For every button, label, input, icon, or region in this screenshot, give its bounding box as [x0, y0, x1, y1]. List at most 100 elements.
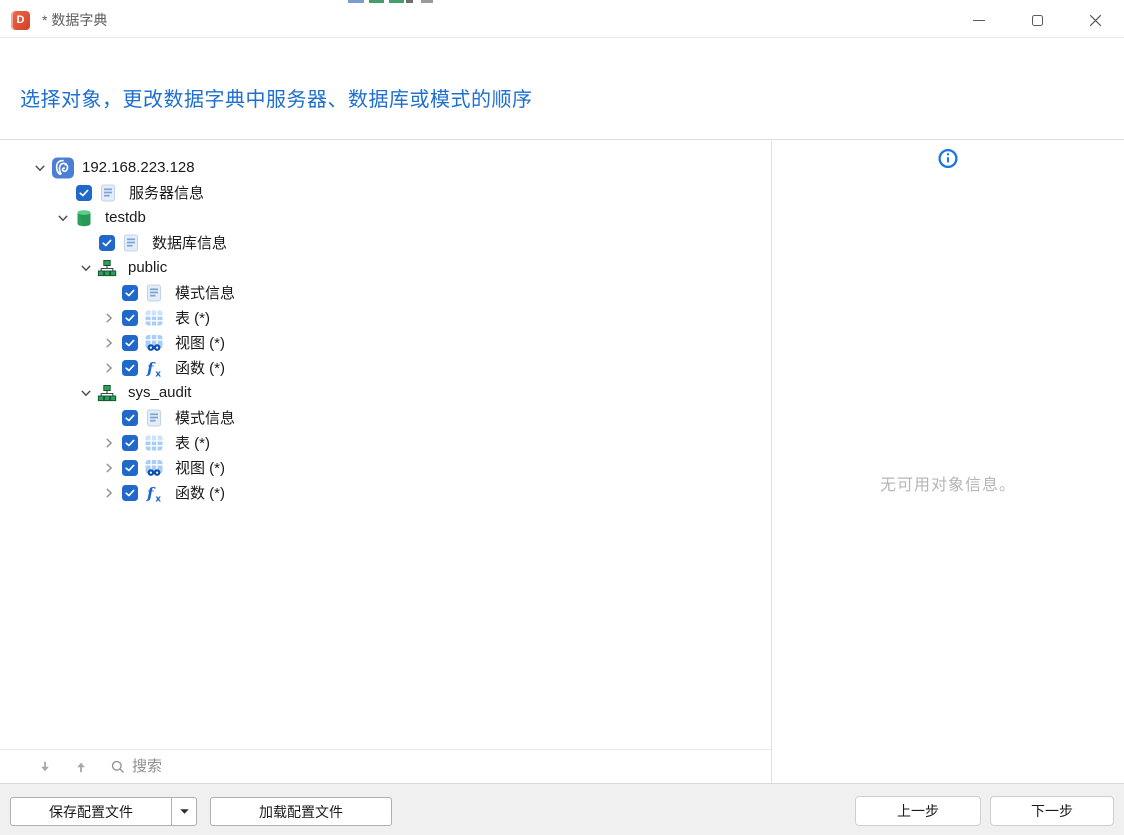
row-checkbox-checked[interactable] — [122, 360, 138, 376]
tree-label: 函数 (*) — [175, 482, 225, 503]
table-icon — [144, 305, 168, 330]
chevron-spacer — [74, 230, 97, 255]
wizard-instruction: 选择对象，更改数据字典中服务器、数据库或模式的顺序 — [20, 83, 533, 112]
chevron-down-icon[interactable] — [74, 255, 97, 280]
row-checkbox-checked[interactable] — [122, 285, 138, 301]
checkbox-slot — [120, 360, 144, 376]
chevron-right-icon[interactable] — [97, 330, 120, 355]
minimize-icon — [973, 20, 985, 21]
titlebar: D * 数据字典 — [0, 3, 1124, 38]
chevron-right-icon[interactable] — [97, 305, 120, 330]
chevron-down-icon[interactable] — [28, 155, 51, 180]
checkbox-slot — [120, 335, 144, 351]
tree-row[interactable]: 模式信息 — [0, 405, 771, 430]
search-input[interactable] — [132, 758, 272, 775]
tree-row[interactable]: 表 (*) — [0, 305, 771, 330]
tree-row[interactable]: testdb — [0, 205, 771, 230]
tree-row[interactable]: 服务器信息 — [0, 180, 771, 205]
wizard-header: 选择对象，更改数据字典中服务器、数据库或模式的顺序 — [0, 39, 1124, 140]
back-button[interactable]: 上一步 — [855, 796, 981, 826]
move-up-icon — [74, 760, 88, 774]
move-down-button[interactable] — [37, 759, 52, 774]
close-button[interactable] — [1066, 3, 1124, 37]
save-profile-split-button: 保存配置文件 — [10, 797, 197, 826]
checkbox-slot — [120, 485, 144, 501]
tree-label: 模式信息 — [175, 282, 235, 303]
row-checkbox-checked[interactable] — [122, 435, 138, 451]
view-icon — [144, 455, 168, 480]
tree-label: 函数 (*) — [175, 357, 225, 378]
tree-label: 视图 (*) — [175, 457, 225, 478]
info-document-icon — [144, 280, 168, 305]
row-checkbox-checked[interactable] — [122, 310, 138, 326]
tree-label: 服务器信息 — [129, 182, 204, 203]
dropdown-caret-icon — [180, 809, 189, 814]
row-checkbox-checked[interactable] — [76, 185, 92, 201]
save-profile-button[interactable]: 保存配置文件 — [11, 798, 171, 825]
window-controls — [950, 3, 1124, 37]
function-icon: fx — [144, 480, 168, 505]
tree-row[interactable]: 模式信息 — [0, 280, 771, 305]
tree-label: public — [128, 259, 167, 276]
chevron-right-icon[interactable] — [97, 430, 120, 455]
tree-row[interactable]: 视图 (*) — [0, 330, 771, 355]
save-profile-menu-button[interactable] — [172, 798, 196, 825]
tree-row[interactable]: fx函数 (*) — [0, 355, 771, 380]
tree-label: 数据库信息 — [152, 232, 227, 253]
info-icon — [938, 148, 959, 174]
window-title: * 数据字典 — [42, 10, 107, 30]
checkbox-slot — [120, 435, 144, 451]
minimize-button[interactable] — [950, 3, 1008, 37]
postgres-server-icon — [51, 155, 75, 180]
footer-bar: 保存配置文件 加载配置文件 上一步 下一步 — [0, 783, 1124, 835]
maximize-button[interactable] — [1008, 3, 1066, 37]
tree-search — [110, 758, 272, 775]
schema-icon — [97, 255, 121, 280]
tree-row[interactable]: public — [0, 255, 771, 280]
schema-icon — [97, 380, 121, 405]
main-area: 192.168.223.128服务器信息testdb数据库信息 public 模式信… — [0, 141, 1124, 783]
tree-row[interactable]: 视图 (*) — [0, 455, 771, 480]
row-checkbox-checked[interactable] — [99, 235, 115, 251]
checkbox-slot — [97, 235, 121, 251]
object-info-panel: 无可用对象信息。 — [772, 141, 1124, 783]
tree-label: 模式信息 — [175, 407, 235, 428]
tree-label: 表 (*) — [175, 432, 210, 453]
checkbox-slot — [120, 460, 144, 476]
row-checkbox-checked[interactable] — [122, 485, 138, 501]
object-tree[interactable]: 192.168.223.128服务器信息testdb数据库信息 public 模式信… — [0, 141, 771, 749]
move-down-icon — [38, 760, 52, 774]
chevron-right-icon[interactable] — [97, 455, 120, 480]
tree-row[interactable]: fx 函数 (*) — [0, 480, 771, 505]
row-checkbox-checked[interactable] — [122, 410, 138, 426]
checkbox-slot — [120, 310, 144, 326]
move-up-button[interactable] — [73, 759, 88, 774]
svg-text:x: x — [155, 494, 161, 503]
checkbox-slot — [120, 410, 144, 426]
chevron-right-icon[interactable] — [97, 480, 120, 505]
tree-row[interactable]: 数据库信息 — [0, 230, 771, 255]
tree-row[interactable]: sys_audit — [0, 380, 771, 405]
tree-label: 表 (*) — [175, 307, 210, 328]
view-icon — [144, 330, 168, 355]
tree-label: sys_audit — [128, 384, 191, 401]
close-icon — [1089, 14, 1102, 27]
tree-row[interactable]: 表 (*) — [0, 430, 771, 455]
next-button[interactable]: 下一步 — [990, 796, 1114, 826]
chevron-spacer — [51, 180, 74, 205]
checkbox-slot — [74, 185, 98, 201]
chevron-down-icon[interactable] — [74, 380, 97, 405]
empty-object-info-message: 无可用对象信息。 — [772, 471, 1124, 495]
load-profile-button[interactable]: 加载配置文件 — [210, 797, 392, 826]
checkbox-slot — [120, 285, 144, 301]
chevron-spacer — [97, 280, 120, 305]
info-document-icon — [121, 230, 145, 255]
chevron-right-icon[interactable] — [97, 355, 120, 380]
row-checkbox-checked[interactable] — [122, 335, 138, 351]
tree-row[interactable]: 192.168.223.128 — [0, 155, 771, 180]
table-icon — [144, 430, 168, 455]
row-checkbox-checked[interactable] — [122, 460, 138, 476]
chevron-down-icon[interactable] — [51, 205, 74, 230]
info-document-icon — [144, 405, 168, 430]
search-icon — [110, 759, 126, 775]
